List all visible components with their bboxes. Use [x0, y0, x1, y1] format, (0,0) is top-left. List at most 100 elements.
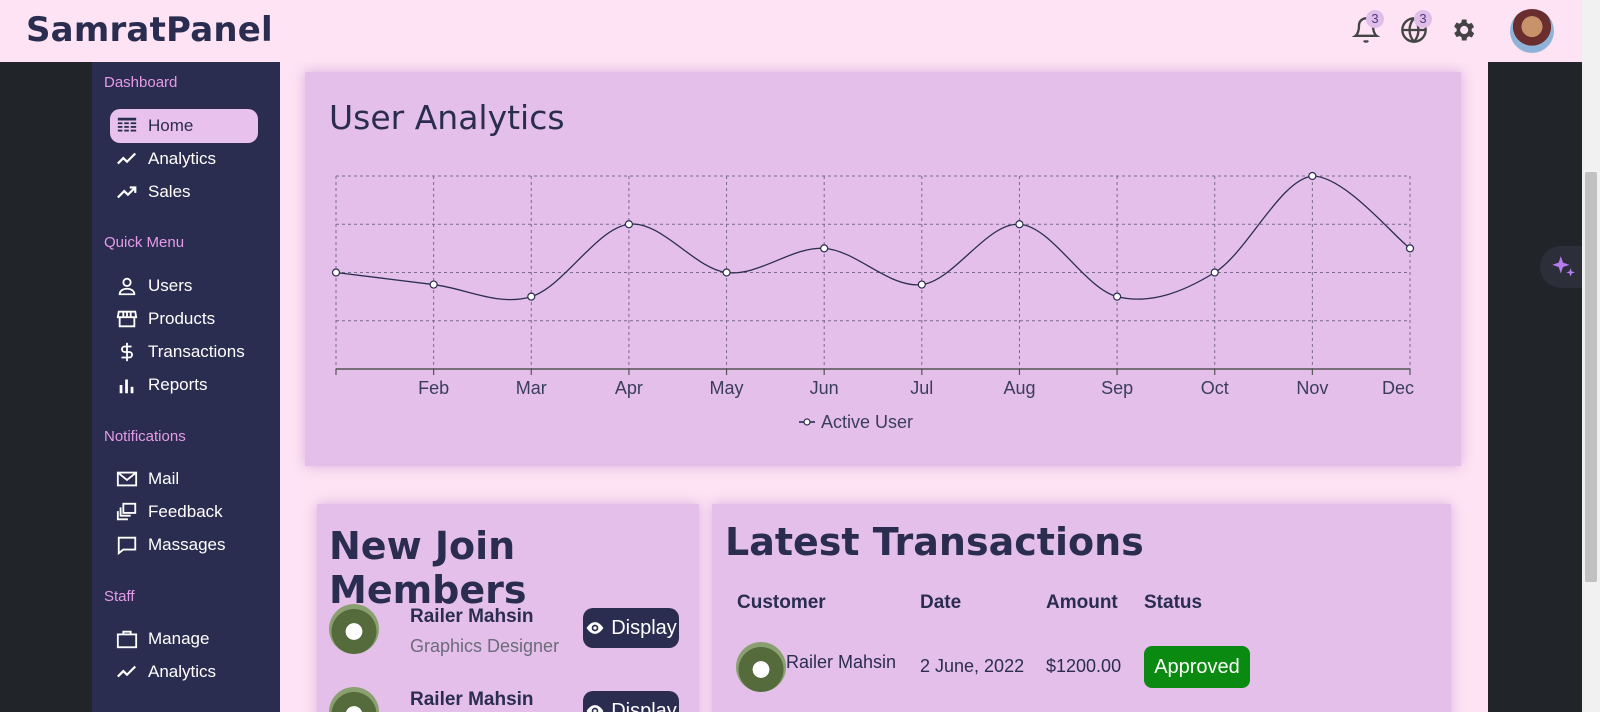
x-tick-label: Mar [516, 378, 547, 398]
sidebar-heading-dashboard: Dashboard [104, 74, 178, 91]
x-tick-label: May [710, 378, 744, 398]
main-content: User Analytics Feb Mar Apr May Jun Jul Aug Sep O… [280, 62, 1488, 712]
eye-icon [586, 705, 604, 712]
display-button-label: Display [611, 699, 677, 712]
column-header-amount: Amount [1046, 592, 1118, 613]
notifications-button[interactable]: 3 [1351, 10, 1384, 46]
x-tick-label: Apr [615, 378, 643, 398]
briefcase-icon [116, 628, 138, 650]
sidebar-item-label: Massages [148, 535, 226, 554]
language-button[interactable]: 3 [1400, 10, 1432, 46]
column-header-status: Status [1144, 592, 1203, 613]
legend-label: Active User [821, 412, 913, 432]
scrollbar-thumb[interactable] [1585, 172, 1597, 582]
sidebar-item-label: Products [148, 309, 216, 328]
trending-up-icon [116, 181, 138, 203]
language-badge: 3 [1414, 10, 1432, 28]
assistant-button[interactable] [1540, 246, 1582, 288]
sidebar-item-staff-analytics[interactable]: Analytics [110, 655, 258, 689]
sidebar-item-label: Manage [148, 629, 210, 648]
member-item: Railer Mahsin Display [329, 687, 689, 712]
gear-icon [1454, 19, 1475, 41]
sidebar-item-label: Users [148, 276, 193, 295]
data-point [1405, 244, 1415, 253]
sidebar-item-users[interactable]: Users [110, 269, 258, 303]
sidebar-item-massages[interactable]: Massages [110, 528, 258, 562]
data-point [624, 220, 634, 229]
status-badge: Approved [1144, 646, 1250, 688]
brand-logo[interactable]: SamratPanel [26, 10, 273, 50]
sidebar-item-label: Transactions [148, 342, 245, 361]
display-button-label: Display [611, 616, 677, 639]
x-tick-label: Jun [810, 378, 839, 398]
settings-button[interactable] [1449, 16, 1479, 46]
data-point [1112, 292, 1122, 301]
series-line-active-user [335, 175, 1411, 301]
member-avatar [329, 604, 379, 654]
user-analytics-chart: Feb Mar Apr May Jun Jul Aug Sep Oct Nov Dec Active … [331, 171, 1415, 432]
x-tick-label: Sep [1101, 378, 1133, 398]
data-point [917, 280, 926, 289]
sidebar-item-label: Home [148, 116, 194, 135]
bar-chart-icon [116, 374, 138, 396]
mail-icon [116, 468, 138, 490]
sidebar-item-label: Reports [148, 375, 208, 394]
user-analytics-card: User Analytics Feb Mar Apr May Jun Jul Aug Sep O… [305, 72, 1461, 466]
sidebar-item-transactions[interactable]: Transactions [110, 335, 258, 369]
user-avatar[interactable] [1510, 9, 1554, 53]
sidebar-item-feedback[interactable]: Feedback [110, 495, 258, 529]
member-name: Railer Mahsin [410, 606, 534, 627]
member-name: Railer Mahsin [410, 689, 534, 710]
customer-name: Railer Mahsin [786, 652, 897, 672]
member-item: Railer Mahsin Graphics Designer Display [329, 604, 689, 664]
sidebar-item-reports[interactable]: Reports [110, 368, 258, 402]
store-icon [116, 308, 138, 330]
x-tick-label: Jul [910, 378, 933, 398]
data-point [722, 268, 731, 277]
chat-icon [116, 534, 138, 556]
dashboard-icon [116, 115, 138, 137]
sidebar-item-label: Analytics [148, 149, 217, 168]
data-point [429, 280, 438, 289]
data-point [331, 268, 341, 277]
latest-transactions-card: Latest Transactions Customer Date Amount… [712, 504, 1451, 712]
sidebar-item-analytics[interactable]: Analytics [110, 142, 258, 176]
sidebar-item-manage[interactable]: Manage [110, 622, 258, 656]
dollar-icon [116, 341, 138, 363]
column-header-date: Date [920, 592, 962, 613]
x-tick-label: Oct [1201, 378, 1229, 398]
data-point [1015, 220, 1024, 229]
transaction-amount: $1200.00 [1046, 656, 1122, 676]
eye-icon [586, 622, 604, 634]
sidebar-item-products[interactable]: Products [110, 302, 258, 336]
sidebar-item-home[interactable]: Home [110, 109, 258, 143]
sidebar-item-label: Sales [148, 182, 191, 201]
data-point [820, 244, 829, 253]
feedback-icon [116, 501, 138, 523]
x-tick-label: Dec [1382, 378, 1414, 398]
sidebar-heading-notifications: Notifications [104, 428, 186, 445]
data-point [1210, 268, 1219, 277]
sidebar-item-label: Mail [148, 469, 180, 488]
sidebar-item-sales[interactable]: Sales [110, 175, 258, 209]
x-tick-label: Feb [418, 378, 449, 398]
new-members-card: New Join Members Railer Mahsin Graphics … [317, 504, 699, 712]
notification-badge: 3 [1366, 10, 1384, 28]
sidebar: Dashboard Home Analytics Sales Quick Men… [92, 62, 280, 712]
member-title: Graphics Designer [410, 636, 560, 656]
sidebar-item-label: Feedback [148, 502, 223, 521]
display-button[interactable]: Display [583, 691, 679, 712]
members-title: New Join Members [329, 524, 527, 612]
trend-line-icon [116, 661, 138, 683]
x-tick-label: Aug [1003, 378, 1035, 398]
customer-avatar [736, 642, 786, 692]
sidebar-heading-quick-menu: Quick Menu [104, 234, 185, 251]
sidebar-item-label: Analytics [148, 662, 217, 681]
transactions-title: Latest Transactions [725, 520, 1144, 564]
x-tick-label: Nov [1296, 378, 1328, 398]
display-button[interactable]: Display [583, 608, 679, 648]
sidebar-heading-staff: Staff [104, 588, 135, 605]
column-header-customer: Customer [737, 592, 826, 613]
sidebar-item-mail[interactable]: Mail [110, 462, 258, 496]
legend-point-marker [803, 418, 811, 426]
